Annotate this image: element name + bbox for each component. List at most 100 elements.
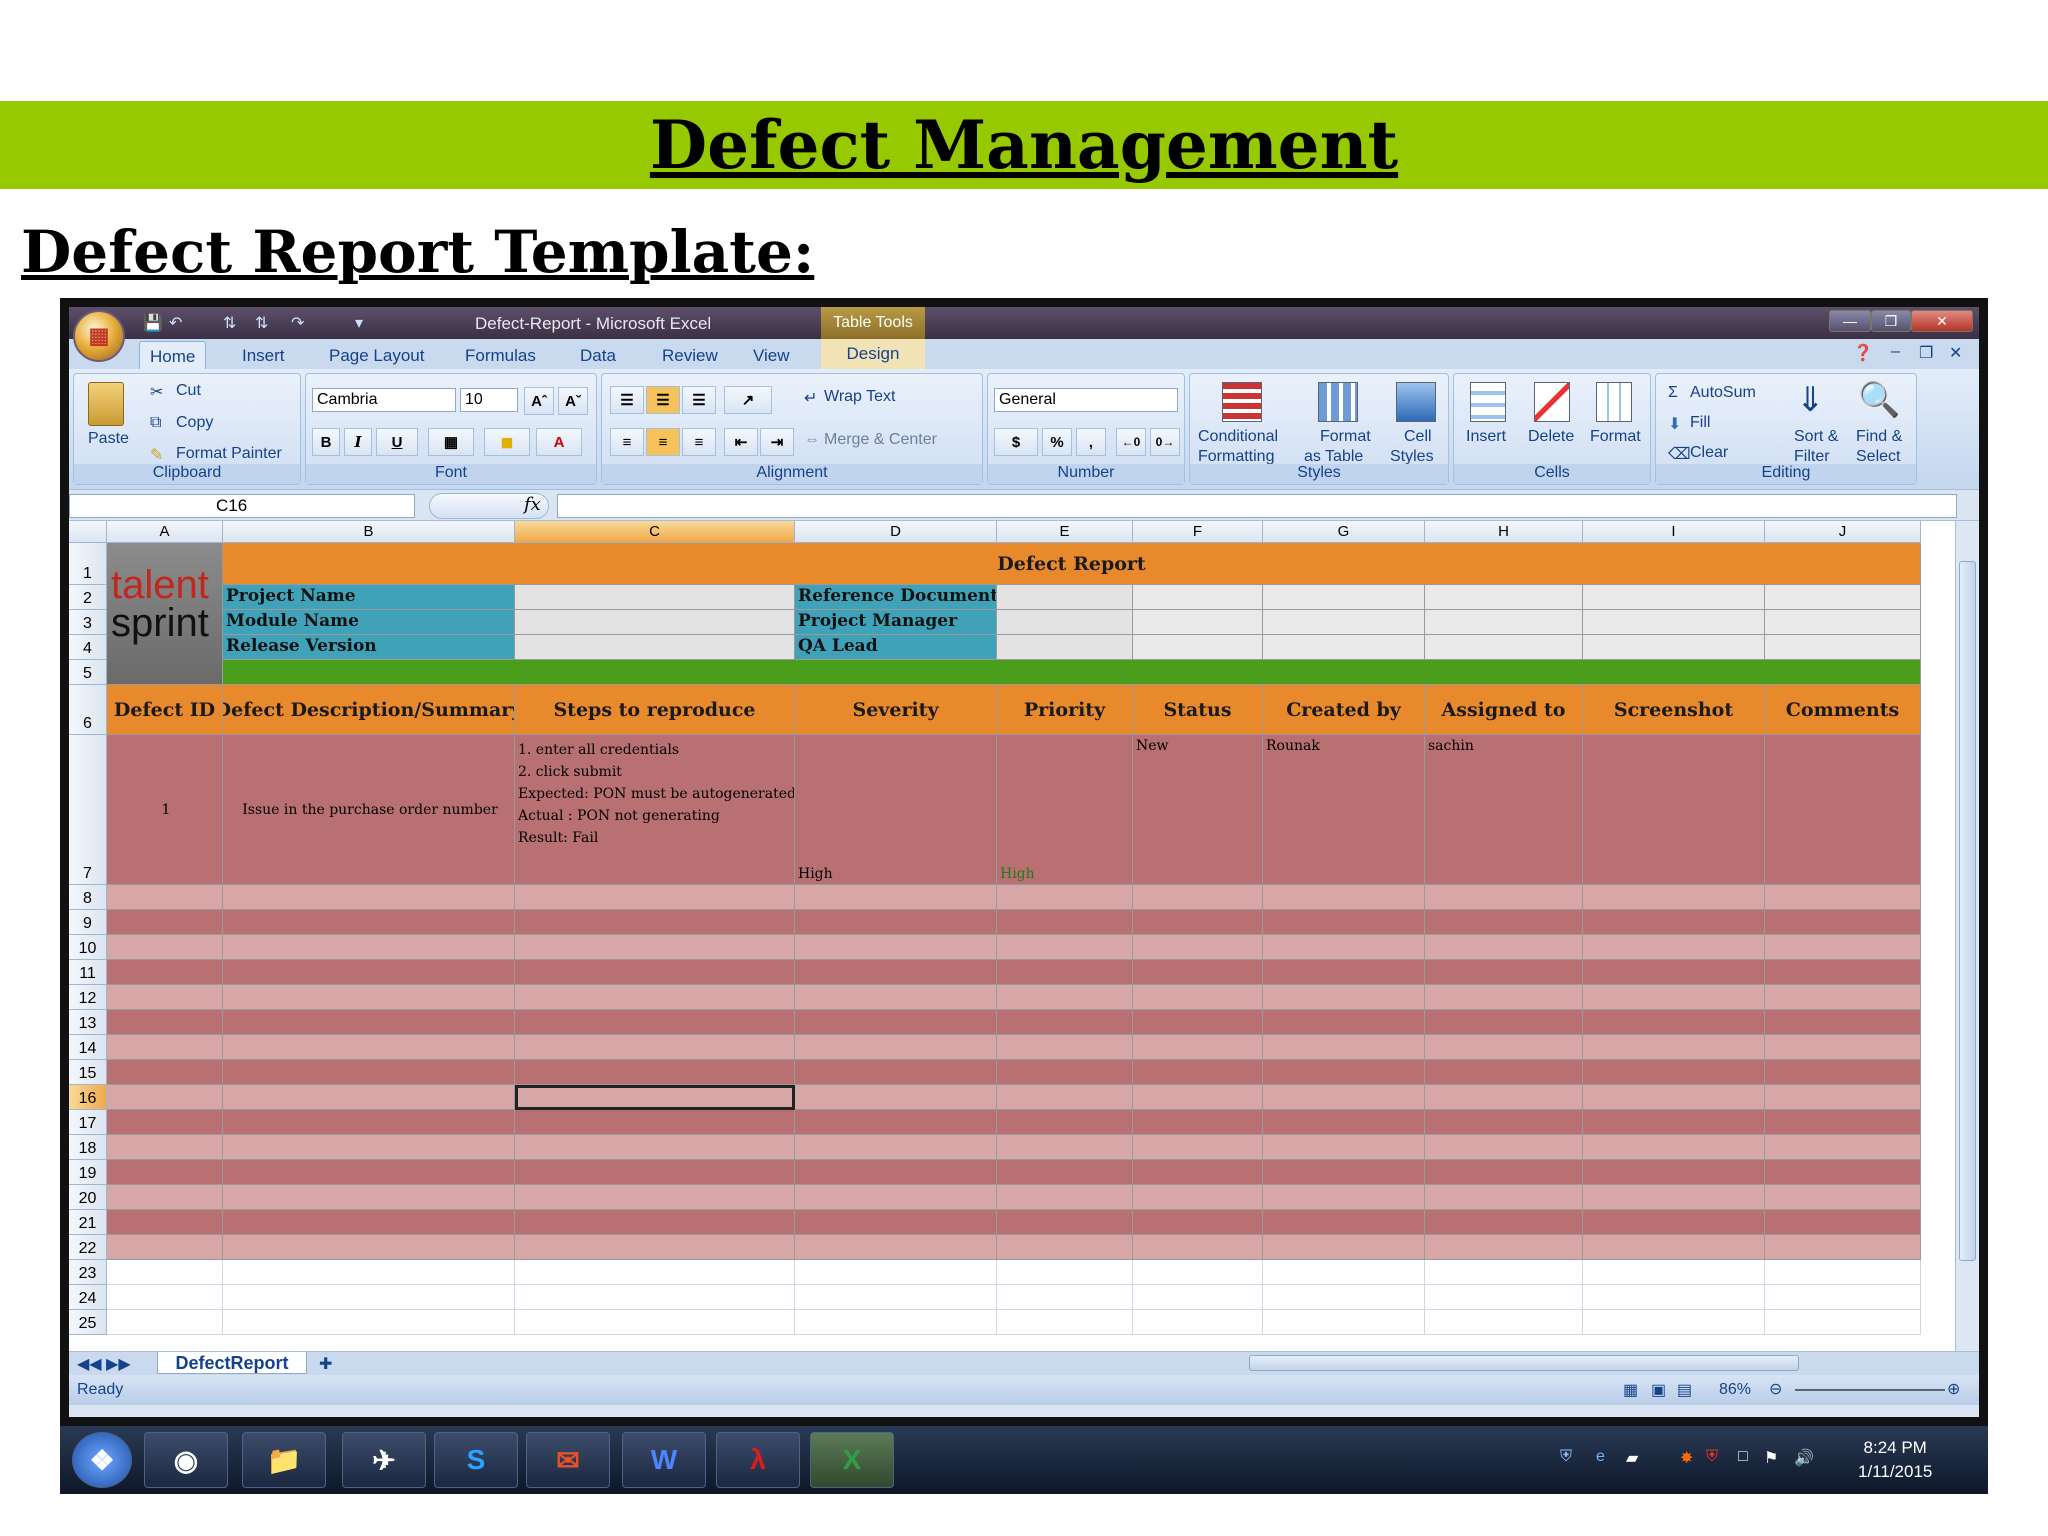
row-header[interactable]: 17	[69, 1110, 107, 1135]
empty-cell[interactable]	[1425, 585, 1583, 610]
empty-cell[interactable]	[795, 1310, 997, 1335]
empty-cell[interactable]	[795, 960, 997, 985]
row-header[interactable]: 3	[69, 610, 107, 635]
tab-data[interactable]: Data	[570, 344, 626, 368]
empty-cell[interactable]	[1765, 960, 1921, 985]
format-cells-button[interactable]: Format	[1590, 428, 1641, 446]
empty-cell[interactable]	[107, 885, 223, 910]
empty-cell[interactable]	[1425, 1310, 1583, 1335]
empty-cell[interactable]	[107, 960, 223, 985]
column-header-i[interactable]: I	[1583, 521, 1765, 543]
browser-icon[interactable]: ◉	[144, 1432, 228, 1488]
row-header[interactable]: 9	[69, 910, 107, 935]
empty-cell[interactable]	[1583, 960, 1765, 985]
empty-cell[interactable]	[1765, 985, 1921, 1010]
empty-cell[interactable]	[107, 910, 223, 935]
meta-label[interactable]: Project Manager	[795, 610, 997, 635]
autosum-button[interactable]: AutoSum	[1690, 384, 1756, 402]
empty-cell[interactable]	[1583, 935, 1765, 960]
empty-cell[interactable]	[1583, 610, 1765, 635]
empty-cell[interactable]	[223, 1210, 515, 1235]
empty-cell[interactable]	[997, 1185, 1133, 1210]
empty-cell[interactable]	[1263, 1185, 1425, 1210]
row-header[interactable]: 1	[69, 543, 107, 585]
empty-cell[interactable]	[223, 885, 515, 910]
empty-cell[interactable]	[1583, 1010, 1765, 1035]
column-title[interactable]: Steps to reproduce	[515, 685, 795, 735]
tray-note-icon[interactable]: □	[1738, 1448, 1748, 1466]
select-all-corner[interactable]	[69, 521, 107, 543]
customize-qat-icon[interactable]: ▾	[355, 313, 363, 333]
steps-cell[interactable]: 1. enter all credentials 2. click submit E…	[515, 735, 795, 885]
tab-design[interactable]: Design	[821, 339, 925, 369]
horizontal-scroll-thumb[interactable]	[1249, 1355, 1799, 1371]
worksheet-grid[interactable]: A B C D E F G H I J 1 2 3 4 5 6 7 8 9 10 11 12 13 14 15 16 17 18 19 2…	[69, 521, 1955, 1351]
empty-cell[interactable]	[997, 1135, 1133, 1160]
row-header[interactable]: 11	[69, 960, 107, 985]
empty-cell[interactable]	[1133, 1285, 1263, 1310]
empty-cell[interactable]	[1765, 635, 1921, 660]
empty-cell[interactable]	[997, 1010, 1133, 1035]
empty-cell[interactable]	[1133, 1110, 1263, 1135]
empty-cell[interactable]	[1765, 1235, 1921, 1260]
copy-button[interactable]: Copy	[176, 414, 213, 432]
empty-cell[interactable]	[515, 1110, 795, 1135]
empty-cell[interactable]	[107, 1285, 223, 1310]
empty-cell[interactable]	[1425, 935, 1583, 960]
empty-cell[interactable]	[1765, 910, 1921, 935]
tab-review[interactable]: Review	[652, 344, 728, 368]
help-icon[interactable]: ❓	[1853, 343, 1873, 363]
empty-cell[interactable]	[1583, 585, 1765, 610]
empty-cell[interactable]	[795, 1110, 997, 1135]
empty-cell[interactable]	[1765, 1185, 1921, 1210]
empty-cell[interactable]	[1765, 1010, 1921, 1035]
empty-cell[interactable]	[997, 985, 1133, 1010]
status-cell[interactable]: New	[1133, 735, 1263, 885]
undo-icon[interactable]: ↶	[169, 313, 182, 333]
meta-value-cell[interactable]	[997, 585, 1133, 610]
insert-function-button[interactable]: fx	[429, 493, 549, 519]
find-select-line1[interactable]: Find &	[1856, 428, 1902, 446]
empty-cell[interactable]	[515, 885, 795, 910]
empty-cell[interactable]	[1263, 585, 1425, 610]
wrap-text-button[interactable]: Wrap Text	[824, 388, 895, 406]
empty-cell[interactable]	[795, 935, 997, 960]
sheet-tab-defectreport[interactable]: DefectReport	[157, 1352, 307, 1374]
tab-view[interactable]: View	[743, 344, 800, 368]
row-header[interactable]: 15	[69, 1060, 107, 1085]
empty-cell[interactable]	[223, 1060, 515, 1085]
column-header-b[interactable]: B	[223, 521, 515, 543]
empty-cell[interactable]	[1133, 985, 1263, 1010]
sort-desc-icon[interactable]: ⇅	[255, 313, 268, 333]
empty-cell[interactable]	[795, 1185, 997, 1210]
created-by-cell[interactable]: Rounak	[1263, 735, 1425, 885]
empty-cell[interactable]	[107, 1110, 223, 1135]
empty-cell[interactable]	[223, 1135, 515, 1160]
empty-cell[interactable]	[1583, 1085, 1765, 1110]
font-family-select[interactable]: Cambria	[312, 388, 456, 412]
empty-cell[interactable]	[795, 1010, 997, 1035]
empty-cell[interactable]	[1133, 1135, 1263, 1160]
outlook-icon[interactable]: ✉	[526, 1432, 610, 1488]
empty-cell[interactable]	[1425, 885, 1583, 910]
empty-cell[interactable]	[1133, 1010, 1263, 1035]
cut-button[interactable]: Cut	[176, 382, 201, 400]
empty-cell[interactable]	[515, 910, 795, 935]
empty-cell[interactable]	[1765, 1035, 1921, 1060]
empty-cell[interactable]	[223, 1260, 515, 1285]
empty-cell[interactable]	[223, 1160, 515, 1185]
empty-cell[interactable]	[1425, 1110, 1583, 1135]
empty-cell[interactable]	[223, 1310, 515, 1335]
empty-cell[interactable]	[107, 1060, 223, 1085]
empty-cell[interactable]	[1765, 1260, 1921, 1285]
empty-cell[interactable]	[1425, 985, 1583, 1010]
normal-view-icon[interactable]: ▦	[1623, 1380, 1638, 1400]
empty-cell[interactable]	[795, 1085, 997, 1110]
empty-cell[interactable]	[1263, 1085, 1425, 1110]
empty-cell[interactable]	[1425, 610, 1583, 635]
tab-page-layout[interactable]: Page Layout	[319, 344, 434, 368]
tray-shield-icon[interactable]: ⛨	[1560, 1448, 1572, 1466]
empty-cell[interactable]	[795, 1285, 997, 1310]
empty-cell[interactable]	[1765, 1110, 1921, 1135]
empty-cell[interactable]	[1583, 985, 1765, 1010]
